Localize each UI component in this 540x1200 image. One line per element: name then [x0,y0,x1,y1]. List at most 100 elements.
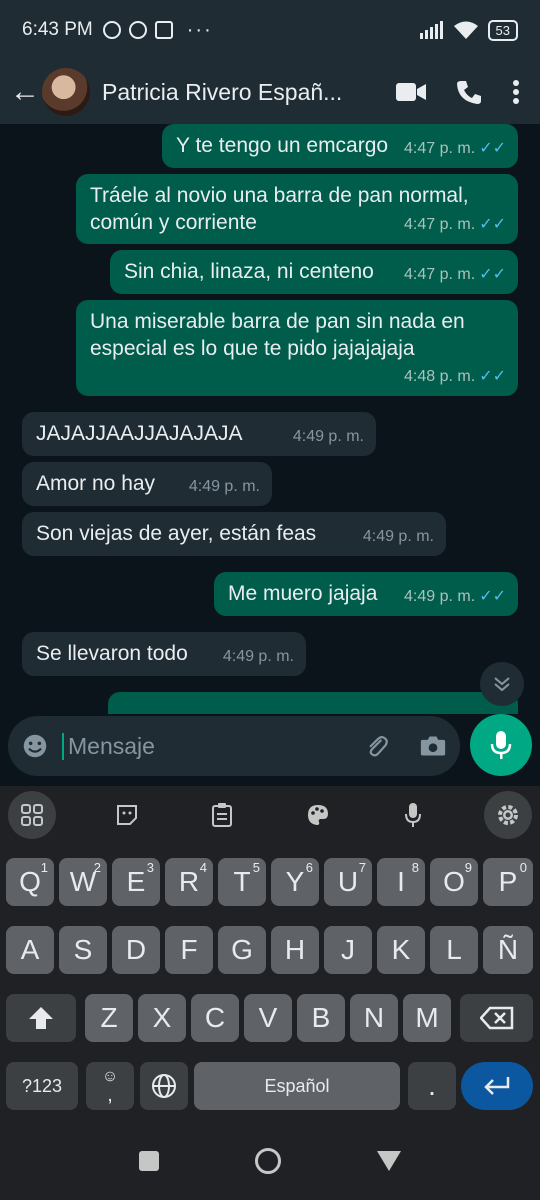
message-bubble-incoming[interactable]: Amor no hay 4:49 p. m. [22,462,272,506]
key-u[interactable]: U7 [324,858,372,906]
message-bubble-outgoing[interactable]: Tráele al novio una barra de pan normal,… [76,174,518,244]
read-ticks-icon: ✓✓ [479,140,506,157]
microphone-icon [404,803,421,827]
key-d[interactable]: D [112,926,160,974]
chat-header: ← Patricia Rivero Españ... [0,60,540,124]
keyboard: Q1 W2 E3 R4 T5 Y6 U7 I8 O9 P0 A S D F G … [0,786,540,1122]
language-key[interactable] [140,1062,188,1110]
symbols-key[interactable]: ?123 [6,1062,78,1110]
back-button[interactable] [377,1151,401,1171]
keyboard-row-4: ?123 ☺ , Español . [0,1062,540,1116]
status-notification-icons: ··· [102,18,213,42]
key-q[interactable]: Q1 [6,858,54,906]
key-o[interactable]: O9 [430,858,478,906]
home-button[interactable] [255,1148,281,1174]
more-notifications-icon: ··· [186,18,213,41]
key-s[interactable]: S [59,926,107,974]
key-i[interactable]: I8 [377,858,425,906]
message-bubble-outgoing[interactable]: Sin chia, linaza, ni centeno 4:47 p. m. ✓… [110,250,518,294]
keyboard-row-3: Z X C V B N M [0,994,540,1048]
key-n[interactable]: N [350,994,398,1042]
message-input[interactable] [62,732,364,760]
grid-icon [21,804,43,826]
message-bubble-outgoing[interactable]: Y te tengo un emcargo 4:47 p. m. ✓✓ [162,124,518,168]
key-z[interactable]: Z [85,994,133,1042]
message-text: Sin chia, linaza, ni centeno [124,260,374,283]
avatar[interactable] [42,68,90,116]
voice-message-button[interactable] [470,714,532,776]
theme-button[interactable] [294,791,342,839]
key-g[interactable]: G [218,926,266,974]
key-v[interactable]: V [244,994,292,1042]
message-bubble-outgoing-partial[interactable] [108,692,518,714]
skype-icon [128,21,147,39]
message-text: Amor no hay [36,472,156,495]
key-j[interactable]: J [324,926,372,974]
key-y[interactable]: Y6 [271,858,319,906]
signal-icon [419,21,443,39]
keyboard-settings-button[interactable] [483,791,532,839]
message-bubble-outgoing[interactable]: Me muero jajaja 4:49 p. m. ✓✓ [214,572,518,616]
message-bubble-incoming[interactable]: Se llevaron todo 4:49 p. m. [22,632,306,676]
key-c[interactable]: C [191,994,239,1042]
menu-dots-icon[interactable] [512,79,520,105]
message-time: 4:47 p. m. [404,266,476,283]
backspace-key[interactable] [460,994,533,1042]
key-l[interactable]: L [430,926,478,974]
message-time: 4:49 p. m. [404,588,476,605]
period-key[interactable]: . [408,1062,456,1110]
video-call-icon[interactable] [396,82,426,102]
voice-typing-button[interactable] [389,791,437,839]
message-bubble-outgoing[interactable]: Una miserable barra de pan sin nada en e… [76,300,518,396]
message-list[interactable]: Y te tengo un emcargo 4:47 p. m. ✓✓ Tráel… [0,124,540,714]
battery-indicator: 53 [487,19,518,41]
status-bar: 6:43 PM ··· 53 [0,0,540,60]
message-time: 4:49 p. m. [188,478,260,495]
message-bubble-incoming[interactable]: Son viejas de ayer, están feas 4:49 p. m… [22,512,446,556]
enter-icon [484,1077,510,1095]
key-k[interactable]: K [377,926,425,974]
scroll-to-bottom-button[interactable] [480,662,524,706]
keyboard-row-1: Q1 W2 E3 R4 T5 Y6 U7 I8 O9 P0 [0,858,540,912]
back-arrow-icon[interactable]: ← [10,75,42,109]
keyboard-row-2: A S D F G H J K L Ñ [0,926,540,980]
space-key[interactable]: Español [194,1062,400,1110]
backspace-icon [479,1006,513,1030]
news-icon [154,21,173,39]
clipboard-button[interactable] [198,791,246,839]
read-ticks-icon: ✓✓ [479,588,506,605]
key-p[interactable]: P0 [483,858,533,906]
wifi-icon [453,21,478,39]
key-w[interactable]: W2 [59,858,107,906]
apps-grid-button[interactable] [8,791,56,839]
key-t[interactable]: T5 [218,858,266,906]
attach-icon[interactable] [364,731,390,761]
shift-icon [29,1007,53,1029]
camera-icon[interactable] [420,733,446,759]
key-a[interactable]: A [6,926,54,974]
message-time: 4:47 p. m. [404,140,476,157]
key-r[interactable]: R4 [165,858,213,906]
key-n-tilde[interactable]: Ñ [483,926,533,974]
key-e[interactable]: E3 [112,858,160,906]
message-time: 4:47 p. m. [404,216,476,233]
key-b[interactable]: B [297,994,345,1042]
key-x[interactable]: X [138,994,186,1042]
emoji-icon[interactable] [22,731,48,761]
read-ticks-icon: ✓✓ [479,266,506,283]
enter-key[interactable] [461,1062,533,1110]
shift-key[interactable] [6,994,76,1042]
message-text: Son viejas de ayer, están feas [36,522,317,545]
key-m[interactable]: M [403,994,451,1042]
sticker-button[interactable] [103,791,151,839]
microphone-icon [490,731,512,759]
recents-button[interactable] [139,1151,159,1171]
contact-name[interactable]: Patricia Rivero Españ... [102,79,396,106]
key-f[interactable]: F [165,926,213,974]
clipboard-icon [212,803,233,827]
key-h[interactable]: H [271,926,319,974]
status-time: 6:43 PM [22,19,93,40]
comma-emoji-key[interactable]: ☺ , [86,1062,134,1110]
message-bubble-incoming[interactable]: JAJAJJAAJJAJAJAJA 4:49 p. m. [22,412,376,456]
voice-call-icon[interactable] [456,79,482,105]
